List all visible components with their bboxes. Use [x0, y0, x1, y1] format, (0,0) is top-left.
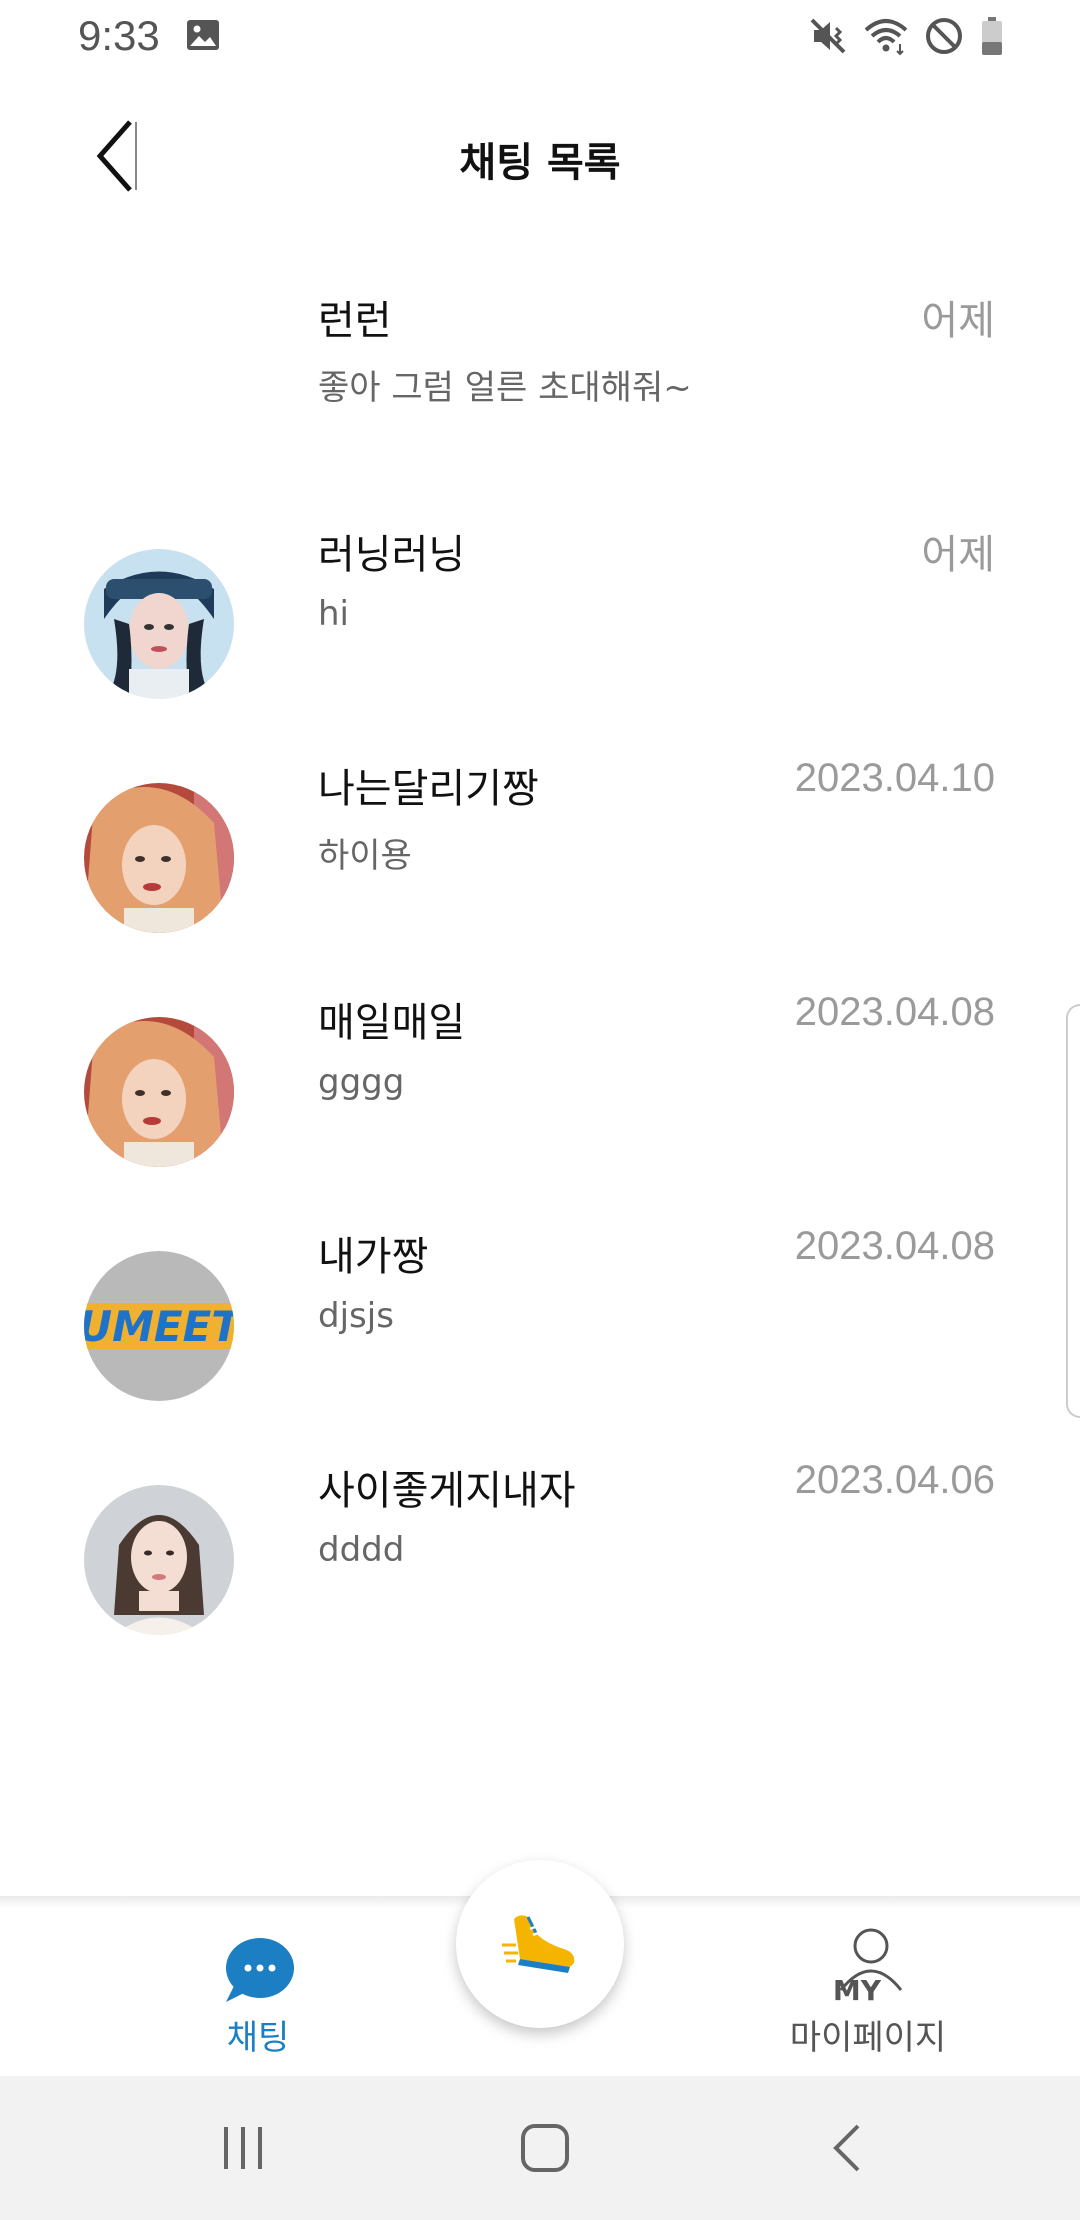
chat-name: 런런: [318, 298, 392, 344]
chat-bubble-icon: [226, 1938, 294, 2002]
chat-list: 런런 좋아 그럼 얼른 초대해줘~ 어제 러닝러닝 hi 어제 나는달리기짱 하…: [0, 260, 1080, 1664]
avatar: [84, 549, 234, 699]
avatar: [84, 1017, 234, 1167]
chat-last-message: 하이용: [318, 836, 412, 876]
avatar: [84, 783, 234, 933]
chat-row[interactable]: 러닝러닝 hi 어제: [0, 494, 1080, 728]
edge-panel-handle[interactable]: [1066, 1004, 1080, 1418]
system-back-button[interactable]: [808, 2116, 888, 2180]
chat-name: 나는달리기짱: [318, 766, 539, 812]
status-icons: [808, 16, 1004, 56]
chat-time: 2023.04.06: [794, 1458, 995, 1502]
home-icon: [521, 2124, 569, 2172]
chat-time: 어제: [921, 299, 995, 343]
chat-last-message: 좋아 그럼 얼른 초대해줘~: [318, 368, 692, 408]
running-shoe-icon: [502, 1915, 575, 1973]
page-title: 채팅 목록: [459, 140, 621, 186]
nav-mypage-tab[interactable]: MY 마이페이지: [748, 1908, 988, 2076]
nav-chat-label: 채팅: [226, 2018, 290, 2058]
back-icon: [833, 2124, 860, 2172]
chat-name: 러닝러닝: [318, 532, 466, 578]
chat-name: 내가짱: [318, 1234, 429, 1280]
nav-mypage-label: 마이페이지: [789, 2018, 947, 2058]
recent-apps-button[interactable]: [203, 2116, 283, 2180]
chat-last-message: hi: [318, 594, 349, 634]
status-bar: 9:33: [0, 0, 1080, 72]
chat-name: 사이좋게지내자: [318, 1468, 576, 1514]
chat-row[interactable]: 사이좋게지내자 dddd 2023.04.06: [0, 1430, 1080, 1664]
chat-last-message: djsjs: [318, 1296, 394, 1336]
chat-row[interactable]: UMEET 내가짱 djsjs 2023.04.08: [0, 1196, 1080, 1430]
nav-chat-tab[interactable]: 채팅: [158, 1908, 358, 2076]
chat-last-message: dddd: [318, 1530, 405, 1570]
system-nav-bar: [0, 2076, 1080, 2220]
chat-time: 2023.04.08: [794, 1224, 995, 1268]
chat-row[interactable]: 매일매일 gggg 2023.04.08: [0, 962, 1080, 1196]
chat-row[interactable]: 나는달리기짱 하이용 2023.04.10: [0, 728, 1080, 962]
mute-icon: [810, 18, 846, 54]
header: 채팅 목록: [0, 100, 1080, 215]
chat-time: 2023.04.10: [794, 756, 995, 800]
avatar-logo-text: UMEET: [84, 1302, 234, 1351]
status-time: 9:33: [78, 12, 160, 59]
chat-last-message: gggg: [318, 1062, 405, 1102]
gallery-icon: [187, 20, 219, 50]
do-not-disturb-icon: [926, 18, 962, 54]
avatar: [84, 1485, 234, 1635]
recent-apps-icon: [224, 2127, 262, 2169]
avatar: UMEET: [84, 1251, 234, 1401]
chat-time: 어제: [921, 533, 995, 577]
wifi-icon: [864, 19, 908, 56]
battery-icon: [982, 17, 1002, 55]
home-button[interactable]: [505, 2116, 585, 2180]
my-icon-text: MY: [833, 1974, 882, 2006]
my-person-icon: MY: [833, 1928, 903, 2006]
chat-time: 2023.04.08: [794, 990, 995, 1034]
chat-row[interactable]: 런런 좋아 그럼 얼른 초대해줘~ 어제: [0, 260, 1080, 494]
run-button[interactable]: [456, 1860, 624, 2028]
chat-name: 매일매일: [318, 1000, 466, 1046]
